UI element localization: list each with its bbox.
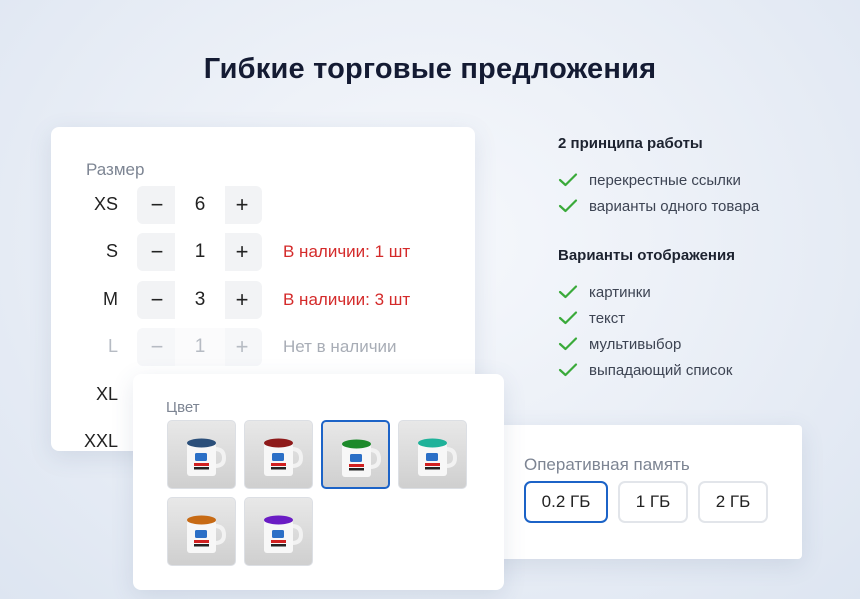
display-label: картинки [589,284,651,301]
check-icon [558,337,578,351]
color-swatch-blue[interactable] [167,420,236,489]
quantity-stepper: − 1 + [137,233,262,271]
size-row-l: L − 1 + Нет в наличии [51,328,475,366]
decrement-button[interactable]: − [139,186,175,224]
display-title: Варианты отображения [558,247,735,264]
ram-label: Оперативная память [524,455,690,474]
color-swatch-purple[interactable] [244,497,313,566]
mug-icon [264,438,303,476]
size-name: XL [95,384,118,404]
decrement-button[interactable]: − [139,281,175,319]
size-row-xs: XS − 6 + [51,186,475,224]
color-swatch-teal[interactable] [398,420,467,489]
display-label: мультивыбор [589,336,682,353]
ram-option-button[interactable]: 0.2 ГБ [524,481,608,523]
check-icon [558,363,578,377]
page-title: Гибкие торговые предложения [203,53,657,85]
check-icon [558,199,578,213]
ram-option-button[interactable]: 2 ГБ [698,481,768,523]
size-name: S [105,241,118,261]
color-swatch-orange[interactable] [167,497,236,566]
display-label: текст [589,310,626,327]
check-icon [558,285,578,299]
principle-label: перекрестные ссылки [589,172,741,189]
decrement-button[interactable]: − [139,233,175,271]
color-card: Цвет [133,374,504,590]
decrement-button: − [150,334,164,359]
size-row-s: S − 1 + В наличии: 1 шт [51,233,475,271]
check-icon [558,173,578,187]
stock-status: В наличии: 3 шт [283,290,411,309]
size-label: Размер [86,160,145,179]
quantity-input[interactable]: 6 [175,186,225,224]
increment-button: + [235,334,249,359]
size-row-m: M − 3 + В наличии: 3 шт [51,281,475,319]
mug-icon [418,438,457,476]
quantity-input: 1 [175,328,225,366]
quantity-input[interactable]: 1 [175,233,225,271]
principle-label: варианты одного товара [589,198,760,215]
mug-icon [342,439,381,477]
mug-icon [187,515,226,553]
ram-option-button[interactable]: 1 ГБ [618,481,688,523]
ram-card: Оперативная память 0.2 ГБ 1 ГБ 2 ГБ [474,425,802,559]
quantity-stepper: − 3 + [137,281,262,319]
color-swatch-red[interactable] [244,420,313,489]
display-label: выпадающий список [589,362,733,379]
quantity-input[interactable]: 3 [175,281,225,319]
check-icon [558,311,578,325]
color-swatch-green[interactable] [321,420,390,489]
principles-title: 2 принципа работы [558,135,703,152]
increment-button[interactable]: + [224,233,260,271]
mug-icon [187,438,226,476]
stock-status: Нет в наличии [283,337,397,356]
quantity-stepper: − 1 + [137,328,262,366]
increment-button[interactable]: + [224,281,260,319]
size-name: XXL [83,431,118,451]
size-name: L [107,336,118,356]
quantity-stepper: − 6 + [137,186,262,224]
color-label: Цвет [166,399,200,416]
size-name: M [103,289,118,309]
mug-icon [264,515,303,553]
stock-status: В наличии: 1 шт [283,242,411,261]
increment-button[interactable]: + [224,186,260,224]
size-name: XS [93,194,118,214]
